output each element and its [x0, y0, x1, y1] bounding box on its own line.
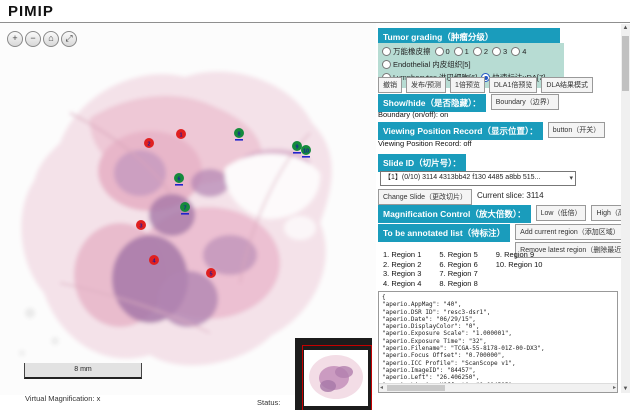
boundary-status: Boundary (on/off): on	[378, 110, 448, 119]
zoom-in-icon[interactable]: +	[7, 31, 23, 47]
low-magnification-button[interactable]: Low（低倍）	[536, 205, 587, 221]
grade-radio[interactable]: 4	[511, 46, 526, 57]
region-list: 1. Region 1 2. Region 23. Region 3 4. Regi…	[383, 251, 542, 288]
svg-text:9: 9	[295, 144, 298, 150]
radio-label: 2	[484, 46, 488, 57]
radio-icon[interactable]	[473, 47, 482, 56]
annotation-marker-3[interactable]: 3	[136, 220, 146, 230]
grade-radio[interactable]: 2	[473, 46, 488, 57]
region-list-item[interactable]: 6. Region 6	[439, 261, 477, 269]
radio-label: 0	[446, 46, 450, 57]
scroll-left-icon[interactable]: ◂	[380, 384, 383, 392]
grading-tool-button[interactable]: DLA1倍预览	[489, 77, 538, 93]
home-icon[interactable]: ⌂	[43, 31, 59, 47]
fullscreen-icon[interactable]: ⤢	[61, 31, 77, 47]
annotation-marker-5[interactable]: 5	[206, 268, 216, 278]
region-list-item[interactable]: 10. Region 10	[496, 261, 543, 269]
grade-radio[interactable]: 3	[492, 46, 507, 57]
grading-tool-button[interactable]: DLA结果模式	[541, 77, 593, 93]
metadata-horizontal-scrollbar[interactable]: ◂ ▸	[379, 383, 617, 392]
radio-icon[interactable]	[492, 47, 501, 56]
slide-id-header: Slide ID（切片号）：	[378, 154, 466, 172]
grading-tool-button[interactable]: 发布/预测	[406, 77, 446, 93]
radio-icon[interactable]	[435, 47, 444, 56]
page-title: PIMIP	[8, 3, 54, 20]
svg-text:1: 1	[179, 132, 182, 138]
grade-radio[interactable]: 1	[454, 46, 469, 57]
annotated-list-header: To be annotated list（待标注）	[378, 224, 510, 242]
app-window: PIMIP	[0, 0, 630, 410]
region-list-item[interactable]: 8. Region 8	[439, 280, 477, 288]
region-list-item[interactable]: 3. Region 3	[383, 270, 421, 278]
viewing-position-status: Viewing Position Record: off	[378, 139, 472, 148]
svg-text:6: 6	[177, 176, 180, 182]
magnification-header: Magnification Control（放大倍数）：	[378, 205, 531, 223]
current-slice-label: Current slice: 3114	[477, 189, 544, 200]
region-list-item[interactable]: 7. Region 7	[439, 270, 477, 278]
region-list-item[interactable]: 5. Region 5	[439, 251, 477, 259]
slide-select-value: 【1】(0/10) 3114 4313bb42 f130 4485 a8bb 5…	[384, 174, 540, 181]
zoom-out-icon[interactable]: −	[25, 31, 41, 47]
annotation-marker-2[interactable]: 2	[144, 138, 154, 148]
slide-viewer[interactable]: 1 2 3 4 5 6 7 8 9 10 +−⌂⤢ 8 mm	[0, 23, 376, 395]
region-list-item[interactable]: 1. Region 1	[383, 251, 421, 259]
radio-label: Endothelial 内皮组织[5]	[393, 59, 471, 70]
grading-tool-button[interactable]: 1倍预览	[450, 77, 485, 93]
metadata-textarea[interactable]: { "aperio.AppMag": "40", "aperio.DSR ID"…	[378, 291, 618, 393]
radio-label: 3	[503, 46, 507, 57]
page-scrollbar[interactable]: ▲ ▼	[621, 24, 630, 393]
svg-text:5: 5	[209, 271, 212, 277]
status-label: Status:	[257, 398, 280, 407]
metadata-text: { "aperio.AppMag": "40", "aperio.DSR ID"…	[382, 294, 614, 389]
scroll-up-icon[interactable]: ▲	[621, 25, 630, 31]
annotation-marker-1[interactable]: 1	[176, 129, 186, 139]
radio-icon[interactable]	[454, 47, 463, 56]
virtual-magnification-label: Virtual Magnification: x	[25, 394, 100, 403]
add-current-region-button[interactable]: Add current region（添加区域）	[515, 224, 630, 240]
grade-radio[interactable]: Endothelial 内皮组织[5]	[382, 59, 471, 70]
svg-text:3: 3	[139, 223, 142, 229]
radio-icon[interactable]	[382, 60, 391, 69]
scroll-down-icon[interactable]: ▼	[621, 386, 630, 392]
radio-label: 1	[465, 46, 469, 57]
radio-icon[interactable]	[382, 47, 391, 56]
radio-label: 4	[522, 46, 526, 57]
tissue-image	[19, 72, 332, 366]
region-list-item[interactable]: 9. Region 9	[496, 251, 543, 259]
boundary-toggle-button[interactable]: Boundary（边界）	[491, 94, 559, 110]
slide-select[interactable]: 【1】(0/10) 3114 4313bb42 f130 4485 a8bb 5…	[380, 171, 576, 186]
radio-icon[interactable]	[511, 47, 520, 56]
radio-label: 万能橡皮擦	[393, 46, 431, 57]
change-slide-button[interactable]: Change Slide（更改切片）	[378, 189, 472, 205]
tumor-grading-toolbar: 撤销发布/预测1倍预览DLA1倍预览DLA结果模式	[378, 77, 593, 93]
navigator-panel[interactable]	[295, 338, 372, 410]
grade-radio[interactable]: 0	[435, 46, 450, 57]
viewing-position-header: Viewing Position Record（显示位置）：	[378, 122, 543, 140]
viewing-position-toggle-button[interactable]: button（开关）	[548, 122, 605, 138]
scale-bar: 8 mm	[24, 363, 142, 379]
svg-text:10: 10	[303, 148, 309, 154]
svg-text:8: 8	[237, 131, 240, 137]
navigator-thumbnail	[304, 350, 368, 406]
grading-tool-button[interactable]: 撤销	[378, 77, 402, 93]
region-list-item[interactable]: 4. Region 4	[383, 280, 421, 288]
svg-text:7: 7	[183, 205, 186, 211]
metadata-hscroll-thumb[interactable]	[387, 385, 445, 391]
annotation-marker-4[interactable]: 4	[149, 255, 159, 265]
page-scroll-thumb[interactable]	[622, 36, 629, 91]
grade-radio[interactable]: 万能橡皮擦	[382, 46, 431, 57]
chevron-down-icon: ▾	[569, 173, 573, 185]
region-list-item[interactable]: 2. Region 2	[383, 261, 421, 269]
svg-text:2: 2	[147, 141, 150, 147]
scroll-right-icon[interactable]: ▸	[613, 384, 616, 392]
